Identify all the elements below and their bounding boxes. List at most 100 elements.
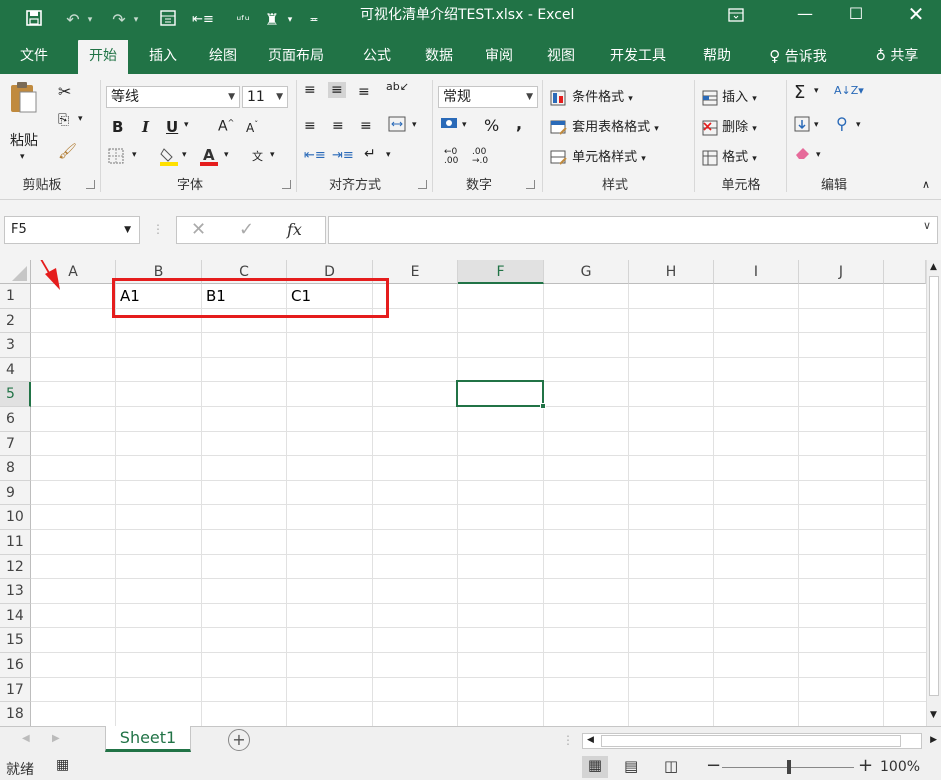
worksheet-grid[interactable]: ABCDEFGHIJ 1 2 3 4 5 6 7 8 9 10 11 12 13 14 15 16 17 18 A… [0,260,926,726]
add-sheet-icon[interactable]: + [228,729,250,751]
format-cells-button[interactable]: 格式 ▾ [702,146,757,166]
row-header-16[interactable]: 16 [0,653,31,678]
merge-center-icon[interactable] [388,116,406,136]
row-header-8[interactable]: 8 [0,456,31,481]
zoom-in-icon[interactable]: + [858,755,873,776]
macro-record-icon[interactable]: ▦ [56,757,69,773]
decrease-indent-icon[interactable]: ⇤≡ [304,148,326,163]
borders-icon[interactable] [108,148,124,168]
enter-icon[interactable]: ✓ [239,219,254,240]
tab-review[interactable]: 审阅 [474,40,524,74]
next-sheet-icon[interactable]: ▶ [52,733,60,744]
increase-indent-icon[interactable]: ⇥≡ [332,148,354,163]
row-header-14[interactable]: 14 [0,603,31,629]
align-right-icon[interactable]: ≡ [360,118,372,134]
font-size-select[interactable]: 11 ▼ [242,86,288,108]
align-top-icon[interactable]: ≡ [304,82,316,98]
undo-icon[interactable]: ↶ [62,0,84,40]
tab-data[interactable]: 数据 [414,40,464,74]
orientation-icon[interactable]: ab↙ [386,80,409,93]
fill-color-dropdown-icon[interactable]: ▾ [182,150,187,160]
tab-insert[interactable]: 插入 [138,40,188,74]
fill-color-icon[interactable] [160,146,178,170]
insert-function-button[interactable]: fx [287,220,302,239]
currency-icon[interactable] [440,116,460,136]
scroll-down-icon[interactable]: ▼ [930,710,937,720]
expand-formula-icon[interactable]: ∨ [923,219,931,232]
number-format-select[interactable]: 常规 ▼ [438,86,538,108]
align-middle-icon[interactable]: ≡ [328,82,346,98]
sort-filter-icon[interactable]: A↓Z▾ [834,84,864,97]
row-header-9[interactable]: 9 [0,480,31,506]
share-button[interactable]: ♁ 共享 [862,40,932,74]
delete-cells-button[interactable]: 删除 ▾ [702,116,757,136]
fill-icon[interactable] [794,116,810,136]
tab-view[interactable]: 视图 [536,40,586,74]
row-header-15[interactable]: 15 [0,628,31,653]
tab-developer[interactable]: 开发工具 [598,40,678,74]
underline-dropdown-icon[interactable]: ▾ [184,120,189,130]
cancel-icon[interactable]: ✕ [191,219,206,240]
scroll-right-icon[interactable]: ▶ [930,735,937,745]
clipboard-launcher-icon[interactable] [86,180,95,189]
prev-sheet-icon[interactable]: ◀ [22,733,30,744]
redo-icon[interactable]: ↷ [108,0,130,40]
ribbon-display-icon[interactable] [713,0,759,30]
find-dropdown-icon[interactable]: ▾ [856,120,861,130]
zoom-level[interactable]: 100% [880,759,920,775]
indent-icon[interactable]: ⇤≡ [192,0,214,40]
fill-handle[interactable] [540,403,546,409]
row-header-12[interactable]: 12 [0,554,31,580]
column-header-f[interactable]: F [458,260,544,284]
find-select-icon[interactable]: ⚲ [836,114,848,133]
form-icon[interactable] [156,0,180,40]
tab-file[interactable]: 文件 [8,40,60,74]
copy-dropdown-icon[interactable]: ▾ [78,114,83,124]
page-break-view-icon[interactable]: ◫ [664,757,678,775]
copy-icon[interactable]: ⎘ [58,112,69,128]
row-header-4[interactable]: 4 [0,357,31,383]
undo-dropdown-icon[interactable]: ▾ [84,0,96,40]
brush-icon[interactable]: ♜ [262,0,282,40]
underline-button[interactable]: U [166,118,178,136]
cell-styles-button[interactable]: 单元格样式 ▾ [550,146,646,166]
alignment-launcher-icon[interactable] [418,180,427,189]
clear-icon[interactable] [794,146,812,164]
formula-input[interactable]: ∨ [328,216,938,244]
align-left-icon[interactable]: ≡ [304,118,316,134]
format-painter-icon[interactable]: 🖌 [58,142,77,160]
row-header-17[interactable]: 17 [0,677,31,703]
tab-home[interactable]: 开始 [78,40,128,74]
tab-formulas[interactable]: 公式 [352,40,402,74]
save-icon[interactable] [22,0,46,40]
font-launcher-icon[interactable] [282,180,291,189]
column-header-h[interactable]: H [629,260,714,284]
zoom-out-icon[interactable]: − [706,755,721,776]
name-box[interactable]: F5 ▼ [4,216,140,244]
comma-button[interactable]: , [516,114,522,133]
row-header-5[interactable]: 5 [0,382,31,407]
number-launcher-icon[interactable] [526,180,535,189]
qat-dropdown-icon[interactable]: ▾ [284,0,296,40]
redo-dropdown-icon[interactable]: ▾ [130,0,142,40]
increase-decimal-icon[interactable]: ←0.00 [444,148,458,166]
italic-button[interactable]: I [142,118,149,136]
autosum-dropdown-icon[interactable]: ▾ [814,86,819,96]
align-bottom-icon[interactable]: ≡ [358,84,370,100]
column-header-i[interactable]: I [714,260,799,284]
row-header-2[interactable]: 2 [0,308,31,334]
wrap-text-icon[interactable]: ↵ [364,146,376,162]
wrap-dropdown-icon[interactable]: ▾ [386,150,391,160]
page-layout-view-icon[interactable]: ▤ [624,757,638,775]
collapse-ribbon-icon[interactable]: ∧ [922,178,930,191]
row-header-10[interactable]: 10 [0,505,31,530]
column-header-j[interactable]: J [799,260,884,284]
active-cell-F5[interactable] [456,380,546,409]
increase-font-icon[interactable]: A^ [218,118,234,135]
decrease-decimal-icon[interactable]: .00 →.0 [472,148,488,166]
font-color-icon[interactable]: A [200,146,218,170]
decrease-font-icon[interactable]: Aˇ [246,120,258,135]
format-as-table-button[interactable]: 套用表格格式 ▾ [550,116,659,136]
tab-draw[interactable]: 绘图 [198,40,248,74]
paste-dropdown-icon[interactable]: ▾ [20,152,25,162]
